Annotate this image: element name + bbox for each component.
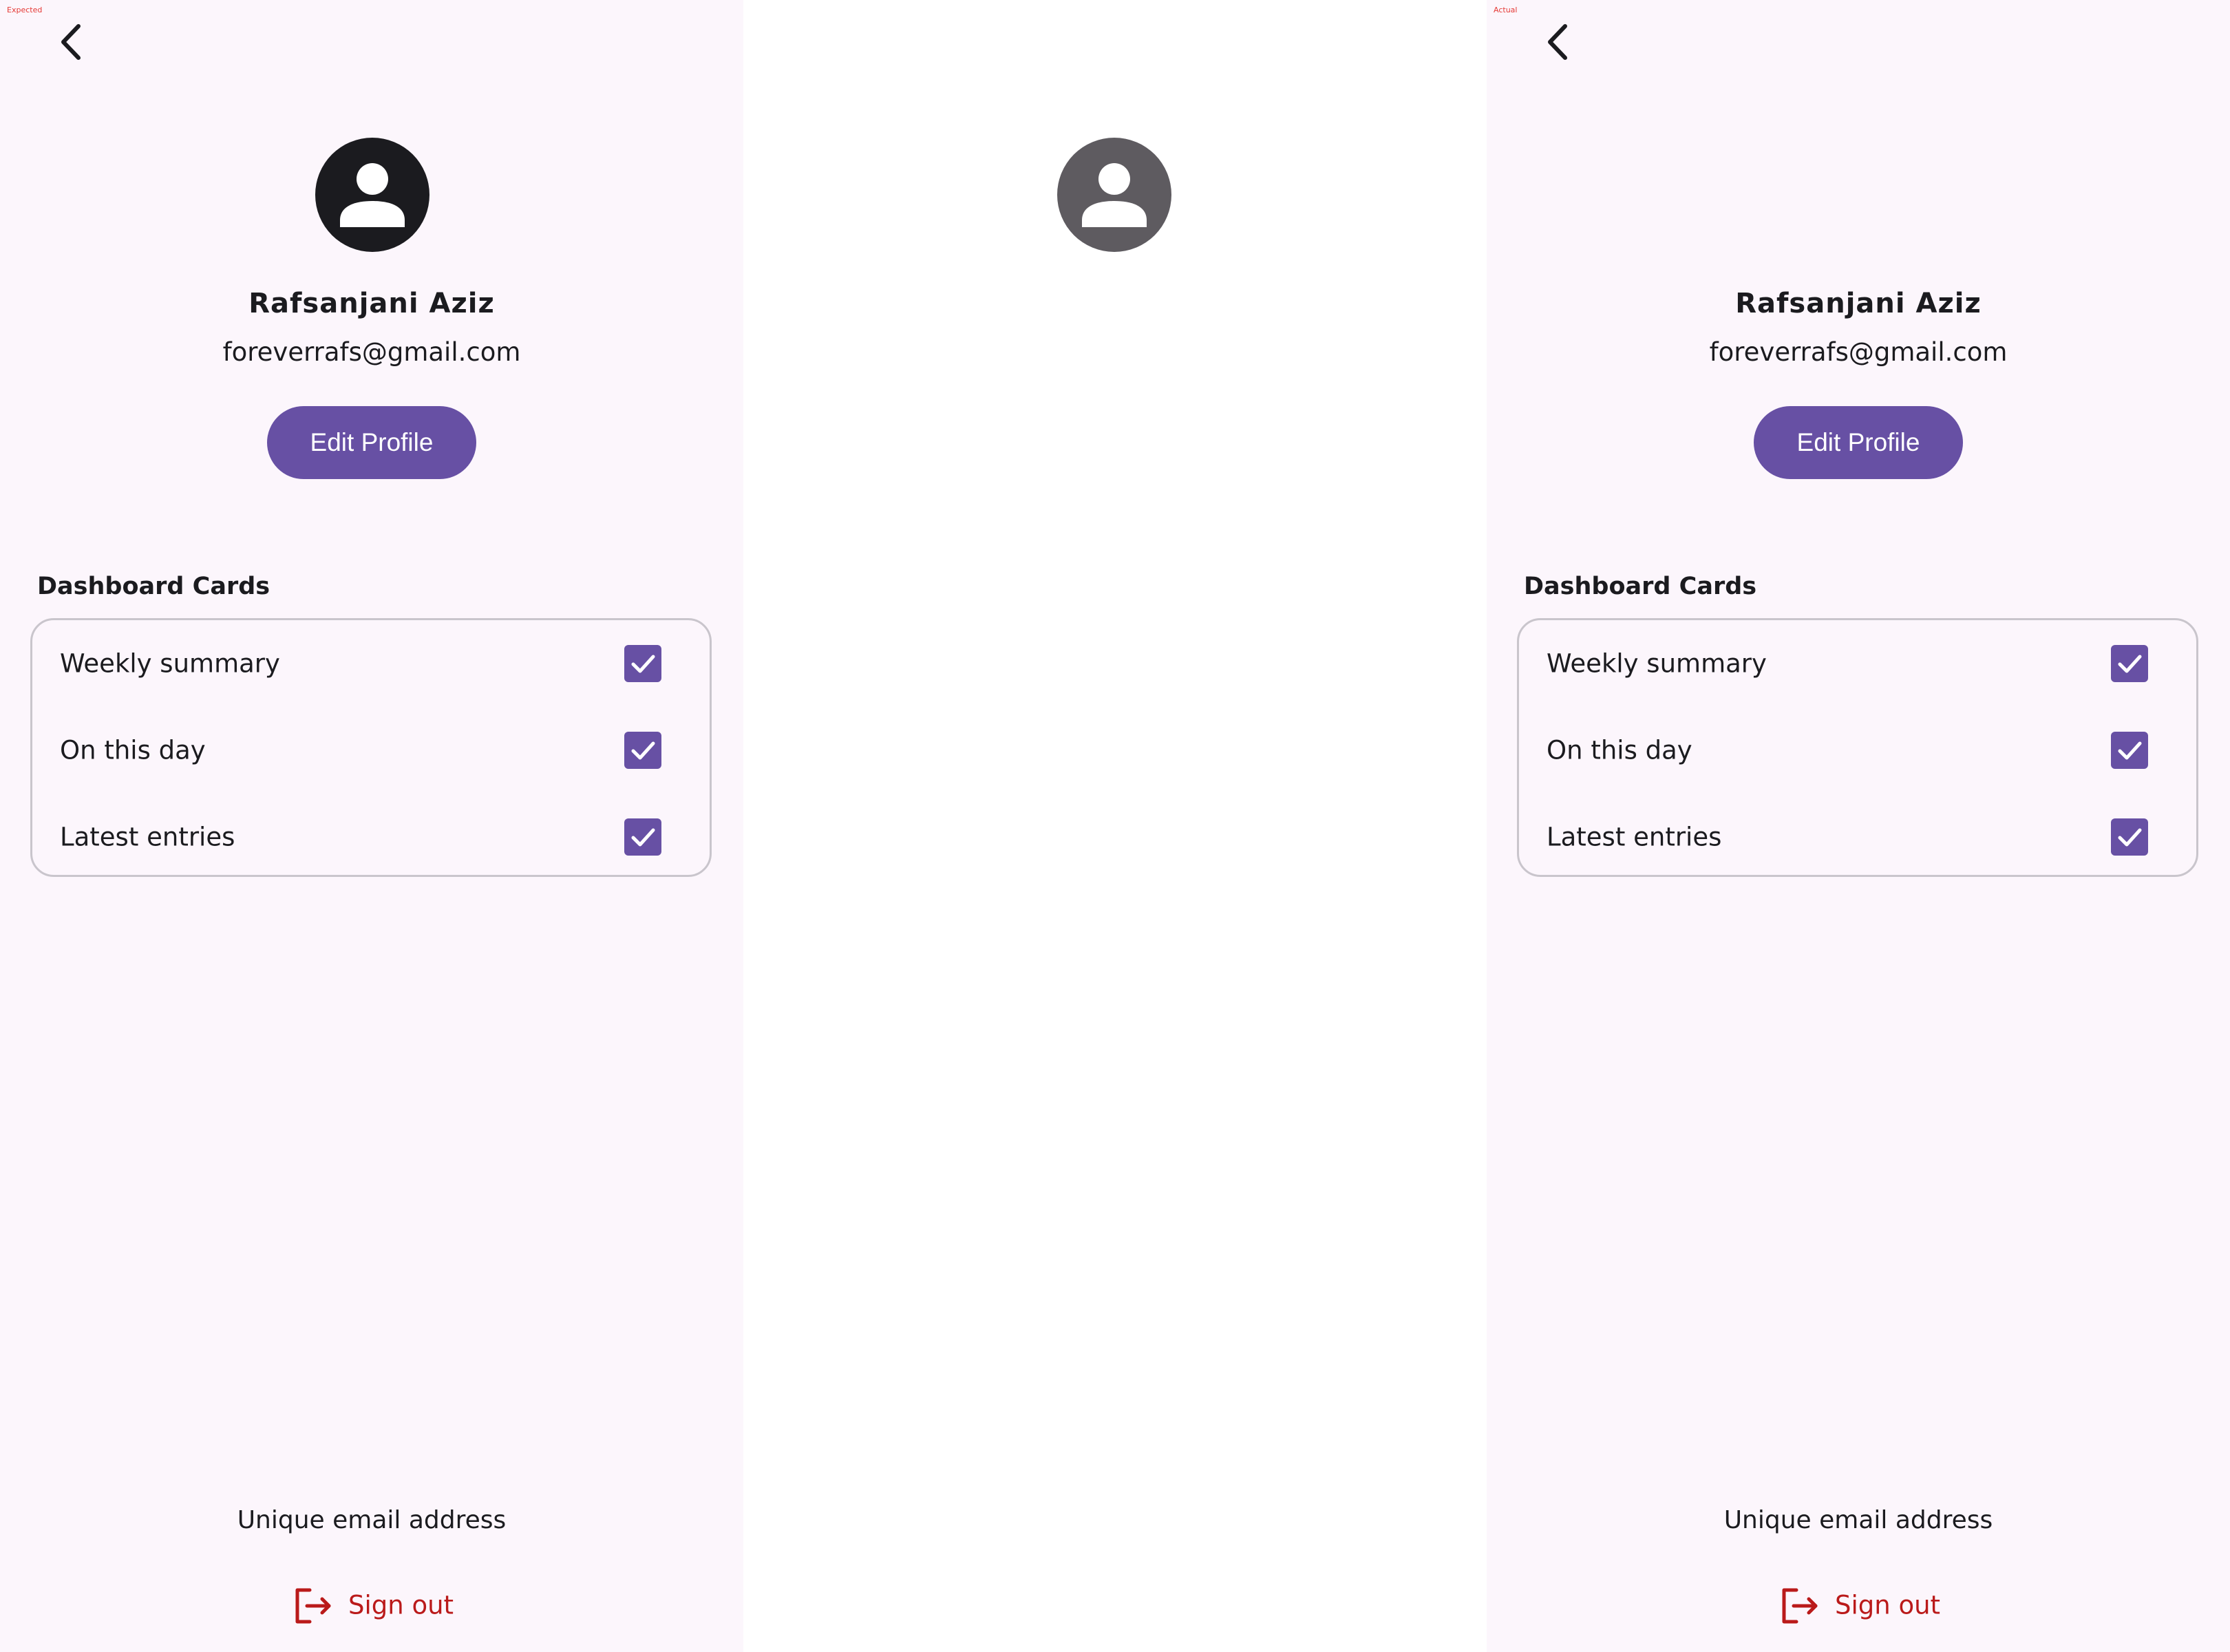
dashboard-item-latest-entries[interactable]: Latest entries: [32, 794, 710, 880]
dashboard-item-weekly-summary[interactable]: Weekly summary: [1519, 620, 2196, 707]
dashboard-item-label: On this day: [60, 735, 206, 765]
dashboard-item-label: Weekly summary: [60, 648, 280, 679]
edit-profile-button[interactable]: Edit Profile: [1754, 406, 1963, 479]
account-circle-icon: [1057, 138, 1171, 252]
on-this-day-checkbox[interactable]: [624, 732, 661, 769]
sign-out-button[interactable]: Sign out: [289, 1583, 454, 1627]
logout-icon: [1780, 1586, 1820, 1626]
dashboard-item-label: Weekly summary: [1547, 648, 1767, 679]
actual-label: Actual: [1494, 6, 1518, 14]
expected-label: Expected: [7, 6, 43, 14]
check-icon: [631, 741, 655, 760]
dashboard-item-label: Latest entries: [1547, 822, 1722, 852]
arrow-back-icon: [61, 24, 81, 60]
dashboard-item-weekly-summary[interactable]: Weekly summary: [32, 620, 710, 707]
sign-out-button[interactable]: Sign out: [1776, 1583, 1941, 1627]
unique-email-text: Unique email address: [1723, 1506, 1993, 1534]
profile-email: foreverrafs@gmail.com: [1709, 337, 2008, 367]
profile-name: Rafsanjani Aziz: [248, 288, 495, 319]
back-button[interactable]: [1536, 19, 1582, 65]
dashboard-item-latest-entries[interactable]: Latest entries: [1519, 794, 2196, 880]
dashboard-item-on-this-day[interactable]: On this day: [32, 707, 710, 794]
sign-out-label: Sign out: [348, 1590, 454, 1620]
profile-name: Rafsanjani Aziz: [1735, 288, 1982, 319]
dashboard-item-label: Latest entries: [60, 822, 235, 852]
on-this-day-checkbox[interactable]: [2111, 732, 2148, 769]
avatar: [315, 138, 429, 252]
arrow-back-icon: [1548, 24, 1567, 60]
logout-icon: [293, 1586, 333, 1626]
expected-panel: Expected Rafsanjani Aziz foreverrafs@gma…: [0, 0, 743, 1652]
dashboard-item-on-this-day[interactable]: On this day: [1519, 707, 2196, 794]
check-icon: [2118, 828, 2142, 847]
back-button[interactable]: [50, 19, 95, 65]
latest-entries-checkbox[interactable]: [2111, 818, 2148, 856]
dashboard-item-label: On this day: [1547, 735, 1692, 765]
check-icon: [2118, 741, 2142, 760]
comparison-view: Expected Rafsanjani Aziz foreverrafs@gma…: [0, 0, 2230, 1652]
actual-panel: Actual Rafsanjani Aziz foreverrafs@gmail…: [1487, 0, 2230, 1652]
dashboard-cards-title: Dashboard Cards: [37, 573, 270, 600]
check-icon: [631, 828, 655, 847]
weekly-summary-checkbox[interactable]: [2111, 645, 2148, 682]
profile-email: foreverrafs@gmail.com: [222, 337, 521, 367]
check-icon: [2118, 655, 2142, 673]
dashboard-cards-title: Dashboard Cards: [1524, 573, 1757, 600]
dashboard-cards-list: Weekly summary On this day Latest entrie…: [30, 618, 712, 877]
dashboard-cards-list: Weekly summary On this day Latest entrie…: [1517, 618, 2198, 877]
sign-out-label: Sign out: [1835, 1590, 1941, 1620]
diff-avatar: [1057, 138, 1171, 252]
weekly-summary-checkbox[interactable]: [624, 645, 661, 682]
unique-email-text: Unique email address: [237, 1506, 507, 1534]
latest-entries-checkbox[interactable]: [624, 818, 661, 856]
check-icon: [631, 655, 655, 673]
edit-profile-button[interactable]: Edit Profile: [267, 406, 476, 479]
account-circle-icon: [315, 138, 429, 252]
